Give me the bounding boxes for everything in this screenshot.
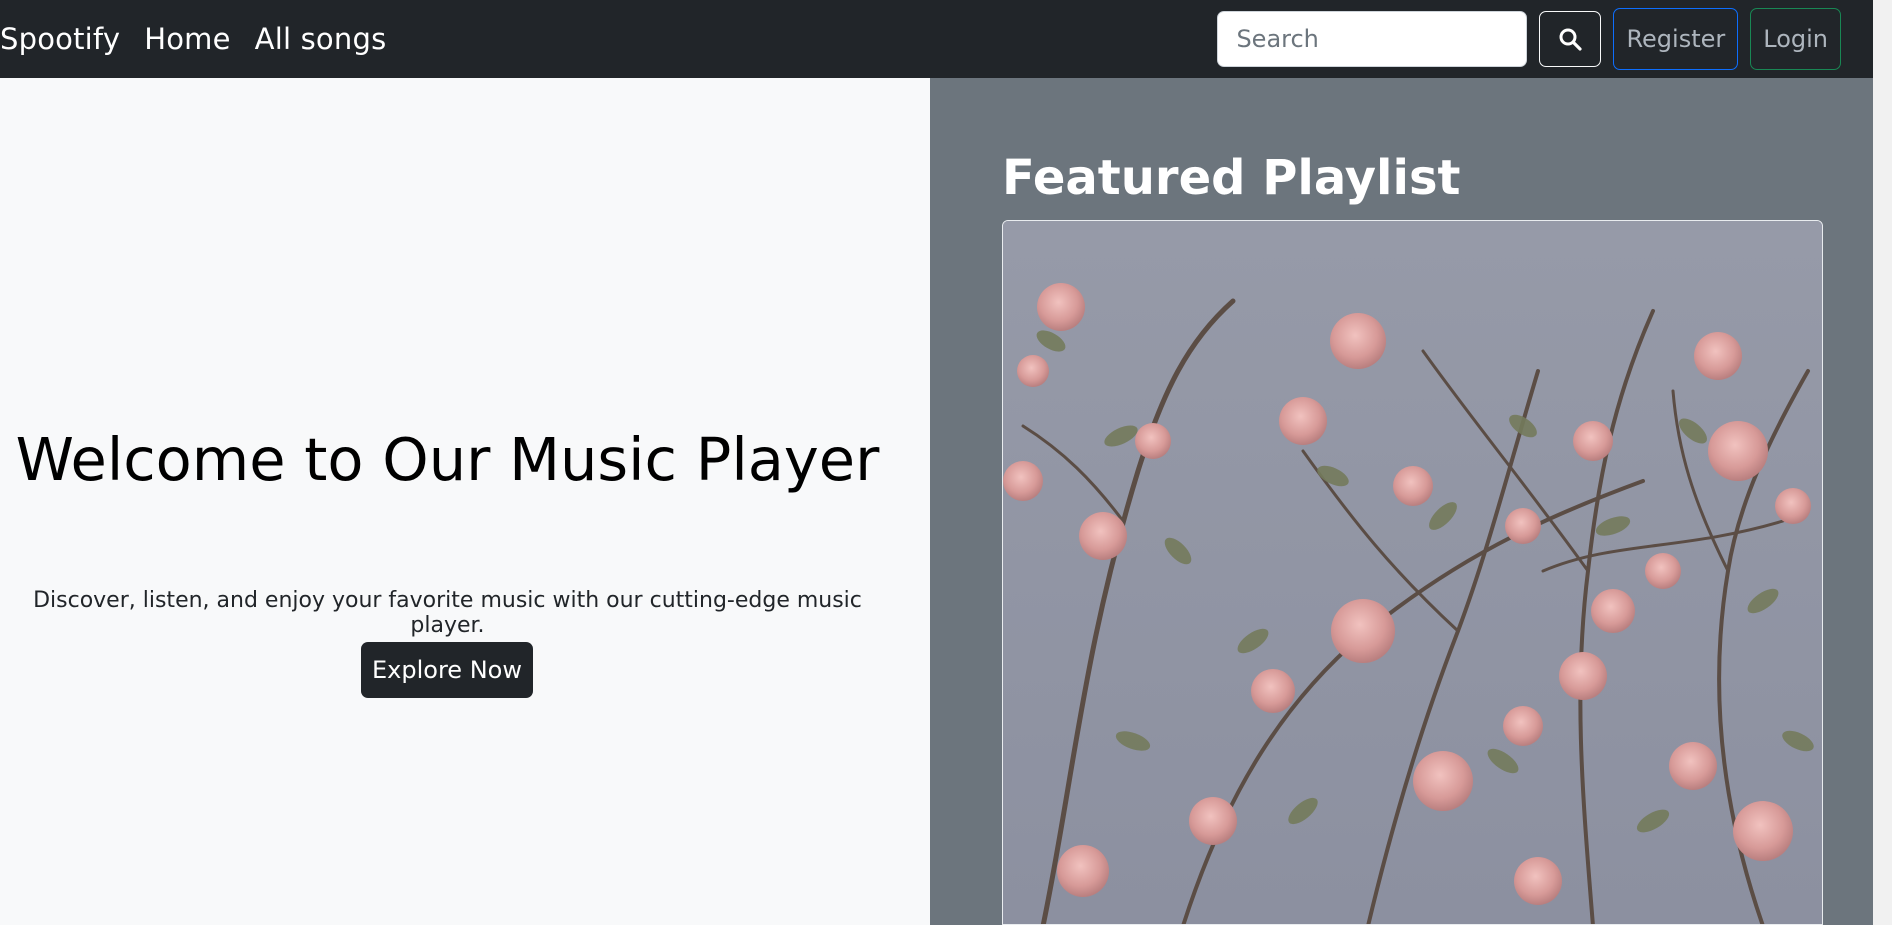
register-button[interactable]: Register: [1613, 8, 1739, 70]
featured-playlist-card[interactable]: [1002, 220, 1823, 925]
search-icon: [1559, 28, 1583, 51]
hero-description: Discover, listen, and enjoy your favorit…: [33, 588, 862, 638]
featured-playlist-title: Featured Playlist: [1002, 150, 1461, 206]
hero-title: Welcome to Our Music Player: [15, 425, 880, 494]
search-button[interactable]: [1539, 11, 1602, 67]
nav-link-all-songs[interactable]: All songs: [255, 22, 387, 56]
search-input[interactable]: [1217, 11, 1528, 67]
nav-link-home[interactable]: Home: [144, 22, 230, 56]
page-scrollbar[interactable]: [1873, 0, 1892, 925]
login-button[interactable]: Login: [1750, 8, 1841, 70]
brand-link[interactable]: Spootify: [0, 22, 120, 56]
hero-section: [0, 78, 930, 925]
explore-now-button[interactable]: Explore Now: [361, 642, 533, 698]
top-navbar: Spootify Home All songs Register Login: [0, 0, 1873, 78]
featured-playlist-image: [1003, 221, 1822, 924]
navbar-actions: Register Login: [1217, 0, 1873, 78]
